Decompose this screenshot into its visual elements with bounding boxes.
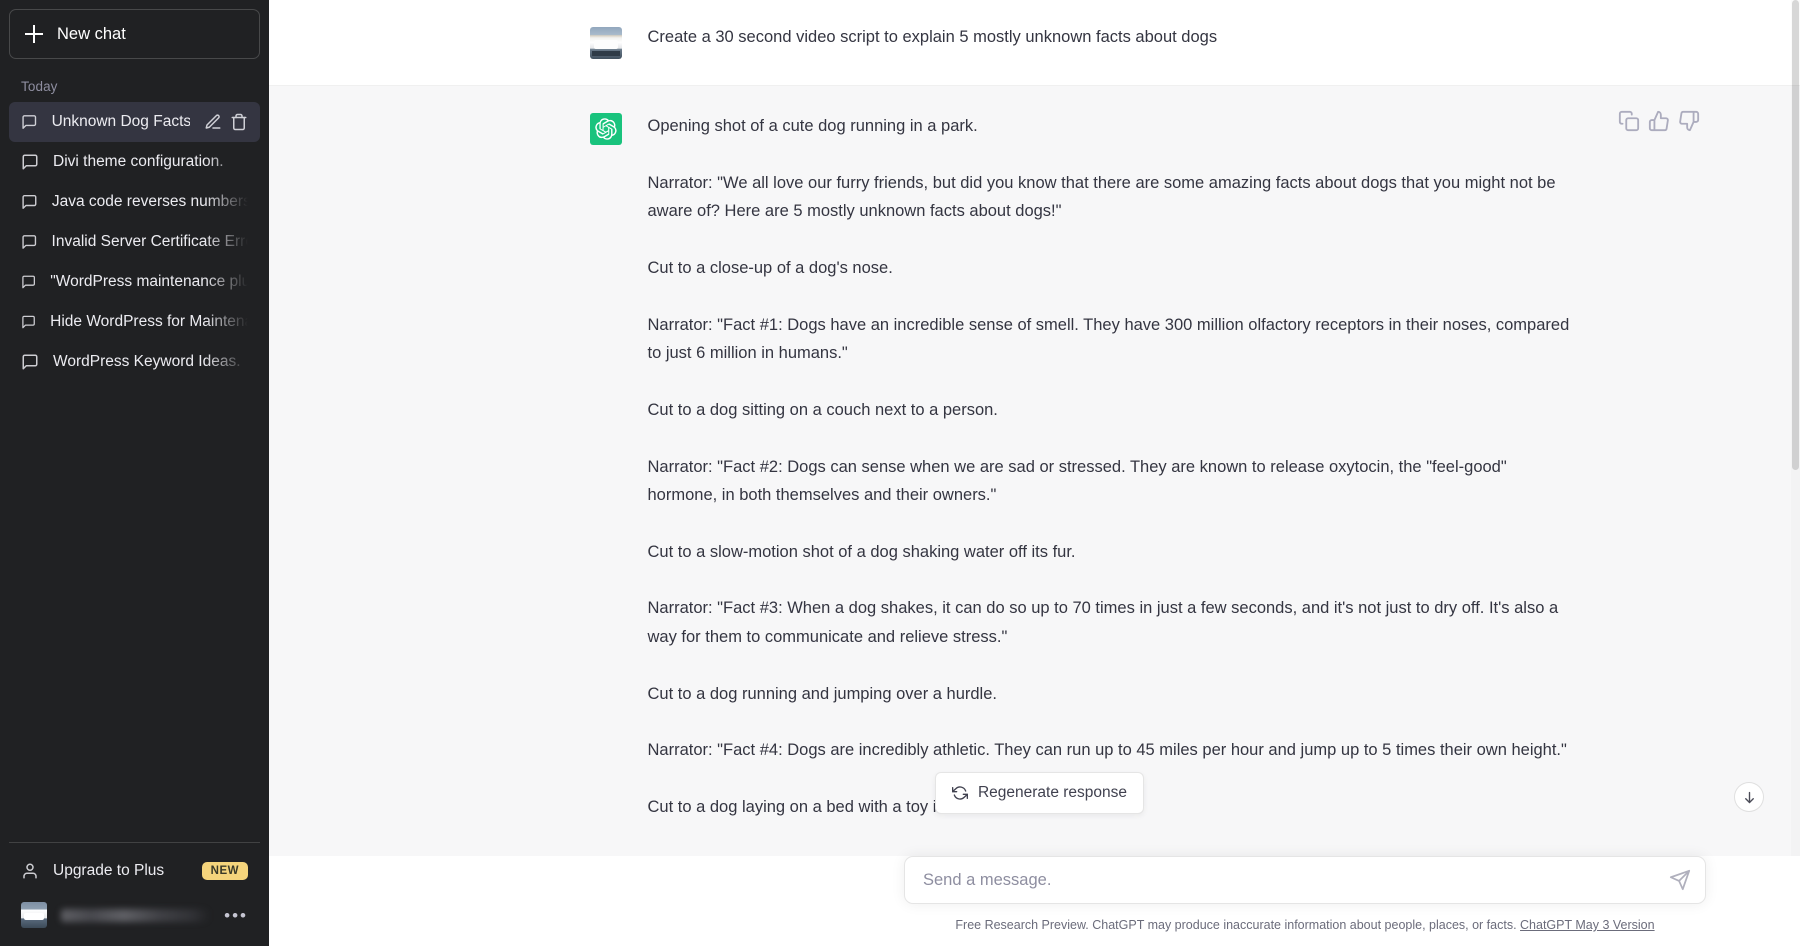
chat-item-actions: [204, 113, 248, 131]
page-scrollbar[interactable]: [1791, 0, 1800, 946]
chat-bubble-icon: [22, 275, 35, 289]
message-inner-user: Create a 30 second video script to expla…: [570, 0, 1590, 85]
chat-bubble-icon: [22, 154, 38, 170]
sidebar-chat-item-6[interactable]: WordPress Keyword Ideas.: [9, 342, 260, 382]
assistant-message-text: Opening shot of a cute dog running in a …: [647, 117, 1570, 856]
message-row-user: Create a 30 second video script to expla…: [269, 0, 1800, 86]
sidebar: New chat Today Unknown Dog Facts. Divi t…: [0, 0, 269, 946]
sidebar-chat-label-3: Invalid Server Certificate Error: [51, 233, 248, 250]
thumbs-down-icon[interactable]: [1678, 110, 1700, 132]
sidebar-chat-item-2[interactable]: Java code reverses numbers.: [9, 182, 260, 222]
plus-icon: [25, 25, 43, 43]
sidebar-chat-label-6: WordPress Keyword Ideas.: [53, 353, 241, 370]
edit-icon[interactable]: [204, 113, 222, 131]
account-row[interactable]: •••: [9, 893, 260, 937]
message-inner-assistant: Opening shot of a cute dog running in a …: [570, 86, 1699, 856]
chat-history-list: Today Unknown Dog Facts. Divi theme conf…: [9, 69, 260, 842]
new-badge: NEW: [201, 862, 248, 880]
upgrade-to-plus-button[interactable]: Upgrade to Plus NEW: [9, 849, 260, 893]
sidebar-chat-item-0[interactable]: Unknown Dog Facts.: [9, 102, 260, 142]
history-section-label: Today: [21, 79, 58, 94]
send-icon[interactable]: [1669, 869, 1691, 891]
message-input[interactable]: [923, 870, 1669, 890]
user-message-text: Create a 30 second video script to expla…: [647, 28, 1218, 46]
account-menu-icon[interactable]: •••: [224, 907, 248, 924]
user-avatar: [589, 27, 622, 59]
chatgpt-avatar: [589, 113, 622, 145]
assistant-message-body: Opening shot of a cute dog running in a …: [647, 110, 1699, 856]
new-chat-button[interactable]: New chat: [9, 9, 260, 59]
account-name-redacted: [61, 908, 211, 922]
chat-bubble-icon: [22, 115, 37, 129]
sidebar-chat-item-5[interactable]: Hide WordPress for Maintenance: [9, 302, 260, 342]
arrow-down-icon: [1744, 791, 1754, 803]
sidebar-chat-label-0: Unknown Dog Facts.: [51, 113, 190, 130]
chat-bubble-icon: [22, 194, 37, 210]
footer-text: Free Research Preview. ChatGPT may produ…: [955, 918, 1521, 932]
chat-bubble-icon: [22, 235, 37, 249]
composer-area: Free Research Preview. ChatGPT may produ…: [269, 856, 1800, 946]
thumbs-up-icon[interactable]: [1648, 110, 1670, 132]
sidebar-chat-item-4[interactable]: "WordPress maintenance plugin": [9, 262, 260, 302]
chatgpt-app: New chat Today Unknown Dog Facts. Divi t…: [0, 0, 1800, 946]
regenerate-label: Regenerate response: [977, 784, 1128, 801]
version-link[interactable]: ChatGPT May 3 Version: [1520, 918, 1655, 932]
message-input-box[interactable]: [904, 856, 1706, 904]
sidebar-chat-label-2: Java code reverses numbers.: [51, 193, 248, 210]
conversation-thread: Create a 30 second video script to expla…: [269, 0, 1800, 856]
user-icon: [23, 863, 37, 879]
sidebar-chat-label-4: "WordPress maintenance plugin": [50, 273, 248, 290]
sidebar-chat-label-5: Hide WordPress for Maintenance: [50, 313, 248, 330]
message-actions: [1618, 110, 1700, 132]
chat-bubble-icon: [22, 354, 38, 370]
composer-inner: Free Research Preview. ChatGPT may produ…: [904, 856, 1724, 932]
user-message-body: Create a 30 second video script to expla…: [648, 26, 1570, 59]
delete-icon[interactable]: [230, 113, 248, 131]
message-row-assistant: Opening shot of a cute dog running in a …: [269, 86, 1800, 856]
sidebar-chat-item-3[interactable]: Invalid Server Certificate Error: [9, 222, 260, 262]
sidebar-chat-item-1[interactable]: Divi theme configuration.: [9, 142, 260, 182]
scrollbar-thumb[interactable]: [1792, 0, 1799, 470]
main-panel: Create a 30 second video script to expla…: [269, 0, 1800, 946]
sidebar-chat-label-1: Divi theme configuration.: [53, 153, 224, 170]
footer-disclaimer: Free Research Preview. ChatGPT may produ…: [904, 918, 1706, 932]
openai-logo-icon: [594, 118, 617, 140]
copy-icon[interactable]: [1618, 110, 1640, 132]
regenerate-response-button[interactable]: Regenerate response: [934, 772, 1145, 814]
account-avatar: [21, 902, 47, 928]
chat-bubble-icon: [22, 315, 35, 329]
scroll-to-bottom-button[interactable]: [1734, 782, 1764, 812]
upgrade-label: Upgrade to Plus: [53, 862, 165, 879]
sidebar-footer: Upgrade to Plus NEW •••: [9, 842, 260, 937]
new-chat-label: New chat: [57, 24, 126, 43]
refresh-icon: [951, 786, 968, 800]
